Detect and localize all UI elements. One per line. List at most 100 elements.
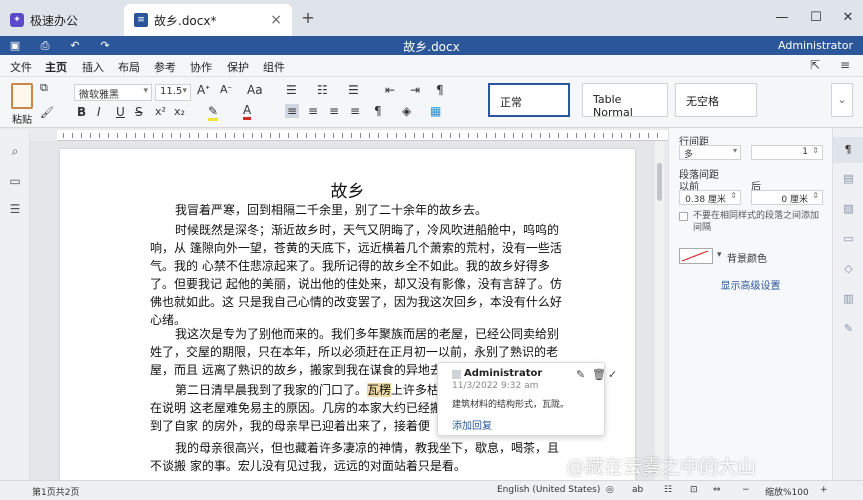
shading-icon[interactable]: ◈: [402, 104, 411, 118]
justify-icon[interactable]: ≡: [350, 104, 360, 118]
menu-layout[interactable]: 布局: [118, 59, 140, 75]
align-right-icon[interactable]: ≡: [329, 104, 339, 118]
menu-plugins[interactable]: 组件: [263, 59, 285, 75]
no-space-same-style-checkbox[interactable]: [679, 212, 688, 221]
delete-comment-icon[interactable]: 🗑: [592, 368, 606, 381]
spacing-after-input[interactable]: 0 厘米 ⇕: [751, 190, 823, 205]
font-size-select[interactable]: 11.5 ▾: [155, 84, 191, 101]
language-selector[interactable]: English (United States): [497, 485, 600, 495]
zoom-out-icon[interactable]: −: [742, 485, 750, 495]
user-name[interactable]: Administrator: [778, 39, 853, 52]
page-count[interactable]: 第1页共2页: [32, 485, 79, 498]
fit-width-icon[interactable]: ⇔: [713, 485, 721, 495]
background-color-picker[interactable]: [679, 248, 713, 264]
comment-popup[interactable]: Administrator ✎ 🗑 ✓ 11/3/2022 9:32 am 建筑…: [437, 362, 617, 436]
fit-page-icon[interactable]: ⊡: [690, 485, 698, 495]
menu-file[interactable]: 文件: [10, 59, 32, 75]
decrease-indent-icon[interactable]: ⇤: [385, 83, 395, 97]
borders-icon[interactable]: ▦: [430, 104, 441, 118]
ruler-tick: [639, 133, 640, 138]
chevron-down-icon[interactable]: ▾: [717, 250, 722, 260]
bullet-list-icon[interactable]: ☰: [286, 83, 297, 97]
maximize-icon[interactable]: ☐: [806, 8, 826, 28]
underline-icon[interactable]: U: [116, 105, 125, 119]
ruler-tick: [585, 133, 586, 138]
chart-settings-icon[interactable]: ▥: [841, 292, 856, 307]
edit-comment-icon[interactable]: ✎: [576, 368, 585, 381]
minimize-icon[interactable]: —: [772, 8, 792, 28]
app-tab[interactable]: ✦ 极速办公: [0, 4, 120, 36]
ruler-tick: [135, 133, 136, 138]
increase-indent-icon[interactable]: ⇥: [410, 83, 420, 97]
zoom-in-icon[interactable]: +: [820, 485, 828, 495]
header-footer-icon[interactable]: ▭: [841, 232, 856, 247]
image-settings-icon[interactable]: ▨: [841, 202, 856, 217]
font-name-select[interactable]: 微软雅黑 ▾: [74, 84, 152, 101]
style-normal[interactable]: 正常: [488, 83, 570, 117]
paragraph-settings-icon[interactable]: ¶: [833, 137, 863, 163]
paste-icon[interactable]: [11, 83, 33, 109]
format-painter-icon[interactable]: 🖌: [40, 106, 54, 119]
highlight-color-icon[interactable]: ✎: [208, 104, 219, 121]
navigation-icon[interactable]: ☰: [8, 202, 22, 216]
change-case-icon[interactable]: Aa: [247, 83, 263, 97]
spacing-before-input[interactable]: 0.38 厘米 ⇕: [679, 190, 741, 205]
menu-insert[interactable]: 插入: [82, 59, 104, 75]
bold-icon[interactable]: B: [77, 105, 86, 119]
numbered-list-icon[interactable]: ☷: [317, 83, 328, 97]
close-window-icon[interactable]: ✕: [838, 8, 858, 28]
strikethrough-icon[interactable]: S: [135, 105, 143, 119]
resolve-comment-icon[interactable]: ✓: [608, 368, 617, 381]
shape-settings-icon[interactable]: ◇: [841, 262, 856, 277]
horizontal-ruler[interactable]: [57, 130, 669, 141]
comments-icon[interactable]: ▭: [8, 174, 22, 188]
menu-references[interactable]: 参考: [154, 59, 176, 75]
signature-icon[interactable]: ✎: [841, 322, 856, 337]
style-no-spacing[interactable]: 无空格: [675, 83, 757, 117]
ruler-tick: [414, 133, 415, 138]
subscript-icon[interactable]: x₂: [174, 105, 185, 118]
more-menu-icon[interactable]: ≡: [840, 58, 850, 72]
add-reply-link[interactable]: 添加回复: [452, 417, 492, 432]
search-icon[interactable]: ⌕: [8, 144, 22, 158]
track-changes-icon[interactable]: ☷: [664, 485, 672, 495]
multilevel-list-icon[interactable]: ☰: [348, 83, 359, 97]
superscript-icon[interactable]: x²: [155, 105, 166, 118]
font-color-icon[interactable]: A: [243, 103, 252, 120]
ruler-tick: [216, 133, 217, 138]
text-settings-icon[interactable]: ▤: [841, 172, 856, 187]
ruler-tick: [513, 133, 514, 138]
vertical-scrollbar[interactable]: [655, 141, 664, 480]
close-tab-icon[interactable]: ×: [270, 12, 282, 28]
paragraph-mark-icon[interactable]: ¶: [374, 104, 382, 118]
align-left-icon[interactable]: ≡: [285, 104, 300, 118]
scrollbar-thumb[interactable]: [657, 163, 662, 201]
new-tab-button[interactable]: +: [298, 8, 318, 28]
spellcheck-icon[interactable]: ab: [632, 485, 643, 495]
menu-collaborate[interactable]: 协作: [190, 59, 212, 75]
increase-font-icon[interactable]: Aᐩ: [197, 83, 210, 97]
line-spacing-value-input[interactable]: 1 ⇕: [751, 145, 823, 160]
style-table-normal[interactable]: Table Normal: [582, 83, 668, 119]
ruler-tick: [504, 133, 505, 138]
font-name-value: 微软雅黑: [79, 90, 119, 101]
ruler-tick: [117, 133, 118, 138]
ruler-tick: [225, 133, 226, 138]
more-styles-button[interactable]: ⌄: [831, 83, 853, 117]
paragraph-line: 气。我的 心禁不住悲凉起来了。我所记得的故乡全不如此。我的故乡好得多: [150, 259, 550, 273]
italic-icon[interactable]: I: [97, 105, 101, 119]
zoom-level[interactable]: 缩放%100: [765, 485, 809, 498]
line-spacing-mode-select[interactable]: 多 ▾: [679, 145, 741, 160]
align-center-icon[interactable]: ≡: [308, 104, 318, 118]
document-tab[interactable]: ≡ 故乡.docx* ×: [124, 4, 292, 36]
menu-home[interactable]: 主页: [45, 59, 67, 79]
ruler-tick: [315, 133, 316, 138]
commented-text[interactable]: 瓦楞: [367, 383, 392, 397]
advanced-settings-link[interactable]: 显示高级设置: [669, 277, 832, 292]
globe-icon[interactable]: ◎: [606, 485, 614, 495]
decrease-font-icon[interactable]: Aᐨ: [220, 83, 232, 96]
show-hide-icon[interactable]: ¶: [436, 83, 444, 97]
menu-protect[interactable]: 保护: [227, 59, 249, 75]
copy-icon[interactable]: ⧉: [40, 81, 48, 95]
open-location-icon[interactable]: ⇱: [810, 58, 820, 72]
